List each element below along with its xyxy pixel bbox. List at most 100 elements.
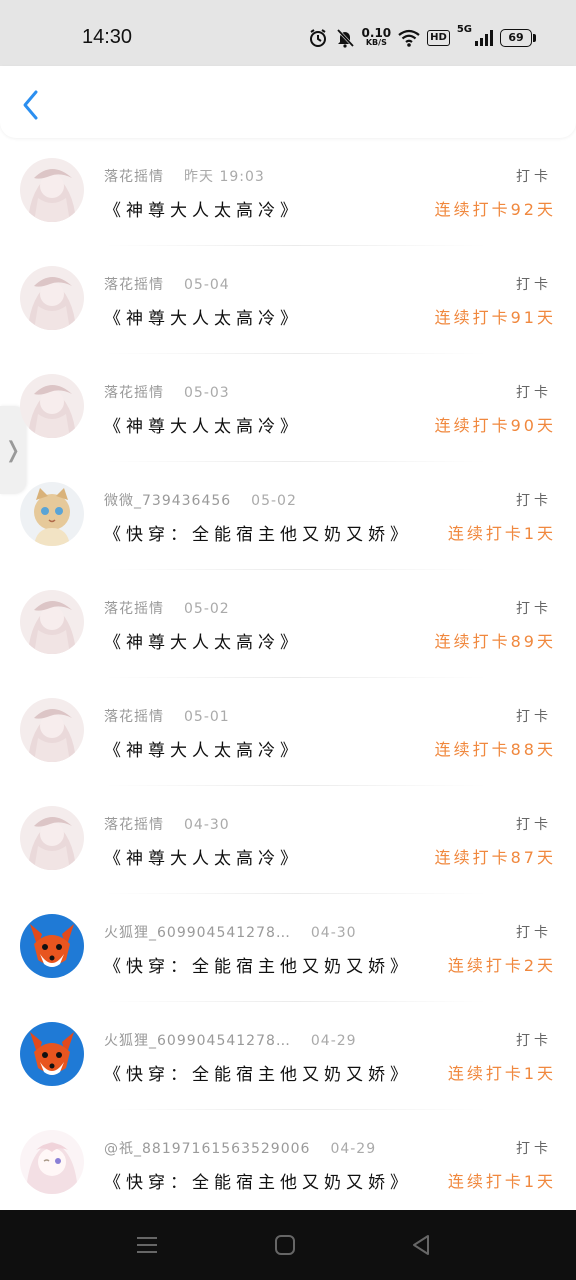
net-speed-unit: KB/S: [365, 38, 387, 47]
user-meta: 落花摇情 05-04: [104, 274, 230, 294]
username[interactable]: 落花摇情: [104, 709, 164, 725]
checkin-list: 落花摇情 昨天 19:03 《神尊大人太高冷》 打卡 连续打卡92天 落花摇情 05-04 《…: [0, 138, 576, 1218]
book-title[interactable]: 《快穿：全能宿主他又奶又娇》: [104, 1060, 412, 1085]
net-speed-value: 0.10: [361, 26, 392, 40]
checkin-date: 05-02: [184, 601, 230, 617]
checkin-date: 04-30: [310, 925, 357, 941]
streak-label: 连续打卡1天: [447, 524, 556, 543]
checkin-action-label: 打卡: [516, 1033, 552, 1049]
avatar[interactable]: [20, 374, 84, 438]
list-item[interactable]: 落花摇情 05-01 《神尊大人太高冷》 打卡连续打卡88天: [0, 678, 576, 786]
user-meta: 落花摇情 04-30: [104, 814, 230, 834]
avatar[interactable]: [20, 1130, 84, 1194]
streak-label: 连续打卡1天: [447, 1172, 556, 1191]
checkin-action-label: 打卡: [516, 709, 552, 725]
username[interactable]: 落花摇情: [104, 385, 164, 401]
list-item[interactable]: 火狐狸_609904541278… 04-30 《快穿：全能宿主他又奶又娇》 打卡连续…: [0, 894, 576, 1002]
streak-label: 连续打卡89天: [434, 632, 556, 651]
avatar[interactable]: [20, 1022, 84, 1086]
book-title[interactable]: 《神尊大人太高冷》: [104, 628, 302, 653]
battery-icon: 69: [500, 29, 536, 47]
checkin-action-label: 打卡: [516, 817, 552, 833]
avatar[interactable]: [20, 482, 84, 546]
hd-badge: HD: [427, 30, 450, 46]
book-title[interactable]: 《快穿：全能宿主他又奶又娇》: [104, 952, 412, 977]
avatar[interactable]: [20, 698, 84, 762]
checkin-date: 04-30: [184, 817, 230, 833]
streak-label: 连续打卡90天: [434, 416, 556, 435]
alarm-icon: [308, 28, 328, 48]
list-item[interactable]: 落花摇情 04-30 《神尊大人太高冷》 打卡连续打卡87天: [0, 786, 576, 894]
book-title[interactable]: 《快穿：全能宿主他又奶又娇》: [104, 520, 412, 545]
system-nav-bar: [0, 1210, 576, 1280]
avatar[interactable]: [20, 914, 84, 978]
avatar[interactable]: [20, 266, 84, 330]
user-meta: 落花摇情 昨天 19:03: [104, 166, 265, 186]
net-speed: 0.10 KB/S: [361, 26, 392, 48]
streak-label: 连续打卡1天: [447, 1064, 556, 1083]
back-triangle-icon[interactable]: [408, 1232, 434, 1258]
checkin-date: 05-04: [184, 277, 230, 293]
list-item[interactable]: 落花摇情 05-02 《神尊大人太高冷》 打卡连续打卡89天: [0, 570, 576, 678]
checkin-action-label: 打卡: [516, 169, 552, 185]
checkin-date: 05-01: [184, 709, 230, 725]
user-meta: 落花摇情 05-02: [104, 598, 230, 618]
book-title[interactable]: 《神尊大人太高冷》: [104, 196, 302, 221]
streak-label: 连续打卡87天: [434, 848, 556, 867]
username[interactable]: 落花摇情: [104, 277, 164, 293]
streak-label: 连续打卡92天: [434, 200, 556, 219]
book-title[interactable]: 《神尊大人太高冷》: [104, 304, 302, 329]
checkin-date: 05-03: [184, 385, 230, 401]
username[interactable]: 火狐狸_609904541278…: [104, 925, 291, 941]
book-title[interactable]: 《神尊大人太高冷》: [104, 844, 302, 869]
mute-icon: [335, 28, 355, 48]
checkin-action-label: 打卡: [516, 385, 552, 401]
user-meta: 火狐狸_609904541278… 04-29: [104, 1030, 357, 1050]
list-item[interactable]: 落花摇情 05-04 《神尊大人太高冷》 打卡连续打卡91天: [0, 246, 576, 354]
user-meta: 微微_739436456 05-02: [104, 490, 297, 510]
checkin-date: 05-02: [251, 493, 297, 509]
network-type: 5G: [456, 24, 472, 35]
status-bar: 14:30 0.10 KB/S HD 5G 69: [0, 0, 576, 66]
streak-label: 连续打卡88天: [434, 740, 556, 759]
home-icon[interactable]: [272, 1232, 298, 1258]
username[interactable]: 落花摇情: [104, 601, 164, 617]
checkin-action-label: 打卡: [516, 601, 552, 617]
user-meta: 落花摇情 05-03: [104, 382, 230, 402]
checkin-action-label: 打卡: [516, 1141, 552, 1157]
status-time: 14:30: [82, 26, 133, 48]
book-title[interactable]: 《快穿：全能宿主他又奶又娇》: [104, 1168, 412, 1193]
checkin-date: 04-29: [310, 1033, 357, 1049]
list-item[interactable]: 落花摇情 05-03 《神尊大人太高冷》 打卡连续打卡90天: [0, 354, 576, 462]
list-item[interactable]: 微微_739436456 05-02 《快穿：全能宿主他又奶又娇》 打卡连续打卡1天: [0, 462, 576, 570]
list-item[interactable]: 火狐狸_609904541278… 04-29 《快穿：全能宿主他又奶又娇》 打卡连续…: [0, 1002, 576, 1110]
menu-icon[interactable]: [134, 1232, 160, 1258]
status-icons: 0.10 KB/S HD 5G 69: [308, 24, 536, 52]
checkin-action-label: 打卡: [516, 493, 552, 509]
wifi-icon: [398, 29, 420, 47]
checkin-date: 昨天 19:03: [184, 169, 265, 185]
avatar[interactable]: [20, 590, 84, 654]
username[interactable]: 火狐狸_609904541278…: [104, 1033, 291, 1049]
checkin-action-label: 打卡: [516, 925, 552, 941]
list-item[interactable]: 落花摇情 昨天 19:03 《神尊大人太高冷》 打卡连续打卡92天: [0, 138, 576, 246]
book-title[interactable]: 《神尊大人太高冷》: [104, 736, 302, 761]
signal-icon: [475, 30, 493, 46]
avatar[interactable]: [20, 158, 84, 222]
streak-label: 连续打卡91天: [434, 308, 556, 327]
username[interactable]: 微微_739436456: [104, 493, 231, 509]
checkin-action-label: 打卡: [516, 277, 552, 293]
username[interactable]: 落花摇情: [104, 817, 164, 833]
streak-label: 连续打卡2天: [447, 956, 556, 975]
avatar[interactable]: [20, 806, 84, 870]
header-bar: [0, 66, 576, 138]
list-item[interactable]: @祇_88197161563529006 04-29 《快穿：全能宿主他又奶又娇》 打…: [0, 1110, 576, 1218]
book-title[interactable]: 《神尊大人太高冷》: [104, 412, 302, 437]
user-meta: 火狐狸_609904541278… 04-30: [104, 922, 357, 942]
back-button[interactable]: [18, 86, 46, 122]
username[interactable]: @祇_88197161563529006: [104, 1141, 310, 1157]
user-meta: @祇_88197161563529006 04-29: [104, 1138, 376, 1158]
username[interactable]: 落花摇情: [104, 169, 164, 185]
user-meta: 落花摇情 05-01: [104, 706, 230, 726]
checkin-date: 04-29: [330, 1141, 377, 1157]
